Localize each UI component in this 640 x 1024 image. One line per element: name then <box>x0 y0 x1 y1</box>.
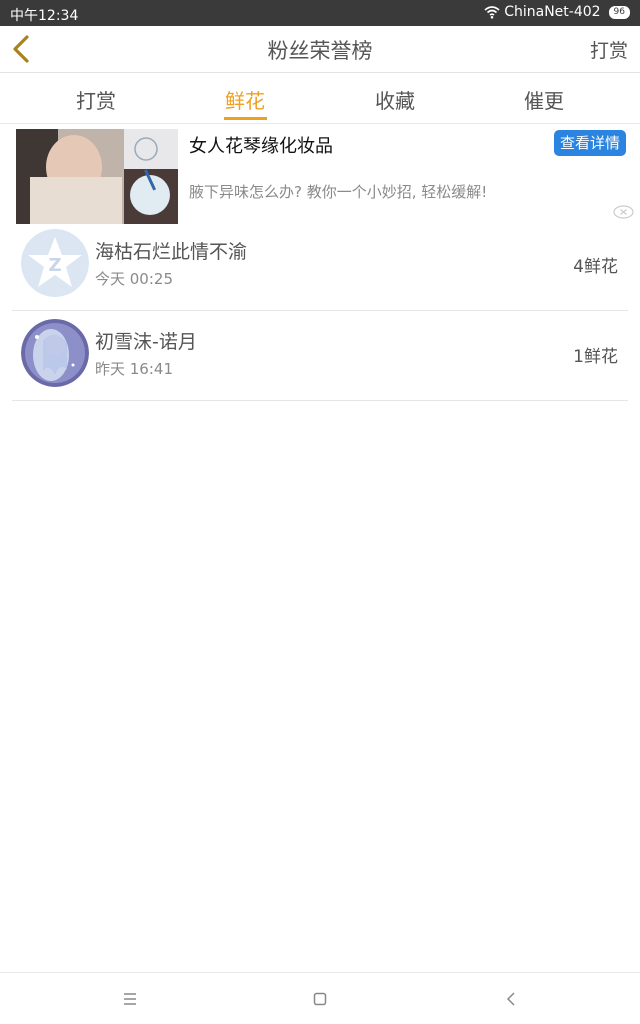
ad-banner[interactable]: 女人花琴缘化妆品 腋下异味怎么办? 教你一个小妙招, 轻松缓解! 查看详情 <box>0 124 640 226</box>
wifi-icon <box>484 6 500 19</box>
tab-bar: 打赏 鲜花 收藏 催更 <box>0 73 640 124</box>
active-tab-indicator <box>224 117 267 120</box>
ad-title: 女人花琴缘化妆品 <box>189 136 333 157</box>
home-icon[interactable] <box>308 987 332 1011</box>
ad-description: 腋下异味怎么办? 教你一个小妙招, 轻松缓解! <box>189 183 488 201</box>
status-time: 中午12:34 <box>10 8 79 24</box>
tab-flowers[interactable]: 鲜花 <box>185 85 305 114</box>
fan-name: 初雪沫-诺月 <box>95 331 197 353</box>
flower-count: 1鲜花 <box>573 347 618 367</box>
list-item[interactable]: Z 海枯石烂此情不渝 今天 00:25 4鲜花 <box>12 220 628 311</box>
ad-image[interactable] <box>16 129 178 224</box>
avatar <box>21 319 89 387</box>
nav-bar <box>0 972 640 1024</box>
status-right: ChinaNet-402 96 <box>484 4 630 20</box>
fan-time: 今天 00:25 <box>95 270 173 288</box>
title-bar: 粉丝荣誉榜 打赏 <box>0 26 640 73</box>
screen: 中午12:34 ChinaNet-402 96 粉丝荣誉榜 打赏 打赏 鲜花 收… <box>0 0 640 1024</box>
page-title: 粉丝荣誉榜 <box>267 39 373 63</box>
fan-name: 海枯石烂此情不渝 <box>95 241 248 263</box>
status-bar: 中午12:34 ChinaNet-402 96 <box>0 0 640 26</box>
back-icon[interactable] <box>500 987 524 1011</box>
anime-avatar-icon <box>21 319 89 387</box>
menu-icon[interactable] <box>118 987 142 1011</box>
battery-icon: 96 <box>608 5 630 19</box>
list-item[interactable]: 初雪沫-诺月 昨天 16:41 1鲜花 <box>12 310 628 401</box>
ad-view-details-button[interactable]: 查看详情 <box>554 130 626 156</box>
network-name: ChinaNet-402 <box>504 4 601 20</box>
close-icon[interactable] <box>613 205 634 219</box>
default-avatar-icon: Z <box>21 229 89 297</box>
avatar: Z <box>21 229 89 297</box>
tab-urge[interactable]: 催更 <box>484 85 604 114</box>
svg-text:Z: Z <box>48 255 61 276</box>
reward-action-button[interactable]: 打赏 <box>590 36 628 63</box>
tab-reward[interactable]: 打赏 <box>36 85 156 114</box>
ad-photo <box>16 129 178 224</box>
flower-count: 4鲜花 <box>573 257 618 277</box>
fan-time: 昨天 16:41 <box>95 360 173 378</box>
tab-collect[interactable]: 收藏 <box>335 85 455 114</box>
